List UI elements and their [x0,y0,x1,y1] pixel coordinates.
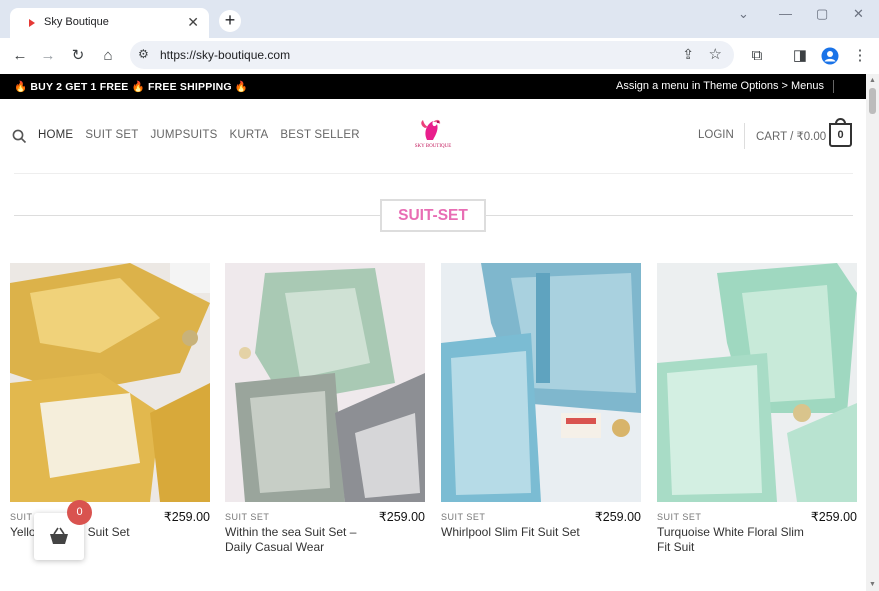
search-icon[interactable] [12,129,27,148]
login-link[interactable]: LOGIN [698,129,734,141]
nav-kurta[interactable]: KURTA [229,129,268,141]
product-category[interactable]: SUIT SET [225,512,269,522]
product-price: ₹259.00 [594,510,641,524]
section-title: SUIT-SET [380,199,486,232]
close-window-icon[interactable]: ✕ [853,6,864,22]
main-nav: HOME SUIT SET JUMPSUITS KURTA BEST SELLE… [38,129,360,141]
product-price: ₹259.00 [378,510,425,524]
product-price: ₹259.00 [163,510,210,524]
nav-home[interactable]: HOME [38,129,73,141]
tab-title: Sky Boutique [44,16,109,28]
url-text[interactable]: https://sky-boutique.com [160,48,290,62]
nav-suit-set[interactable]: SUIT SET [85,129,138,141]
product-category[interactable]: SUIT SET [441,512,485,522]
top-menu-notice[interactable]: Assign a menu in Theme Options > Menus [616,80,824,92]
nav-jumpsuits[interactable]: JUMPSUITS [150,129,217,141]
site-info-icon[interactable]: ⚙ [138,47,149,61]
scroll-thumb[interactable] [869,88,876,114]
browser-toolbar: ← → ↻ ⌂ ⚙ https://sky-boutique.com ⇪ ☆ ⧉… [0,38,879,74]
product-price: ₹259.00 [810,510,857,524]
basket-icon [50,527,68,544]
site-logo[interactable]: SKY BOUTIQUE [413,116,453,154]
site-header: HOME SUIT SET JUMPSUITS KURTA BEST SELLE… [0,99,866,174]
page-scrollbar[interactable]: ▲ ▼ [866,74,879,591]
product-name[interactable]: Within the sea Suit Set – Daily Casual W… [225,525,385,555]
extensions-icon[interactable]: ⧉ [747,46,767,66]
logo-bird-icon [421,119,441,140]
scroll-down-icon[interactable]: ▼ [869,581,876,588]
reload-icon[interactable]: ↻ [68,46,88,66]
logo-text: SKY BOUTIQUE [414,144,452,149]
product-name[interactable]: Whirlpool Slim Fit Suit Set [441,525,601,540]
star-icon[interactable]: ☆ [709,45,722,63]
header-divider [744,123,745,149]
back-icon[interactable]: ← [10,46,30,66]
header-divider-line [14,173,853,174]
menu-icon[interactable]: ⋮ [850,46,870,66]
promo-bar: 🔥 BUY 2 GET 1 FREE 🔥 FREE SHIPPING 🔥 Ass… [0,74,866,99]
browser-tab-strip: Sky Boutique ✕ + ⌄ — ▢ ✕ [0,0,879,38]
address-bar[interactable]: ⚙ https://sky-boutique.com ⇪ ☆ [130,41,734,69]
tab-search-icon[interactable]: ⌄ [738,6,749,22]
floating-cart-count[interactable]: 0 [67,500,92,525]
product-image[interactable] [657,263,857,502]
profile-icon[interactable] [820,46,840,66]
product-category[interactable]: SUIT SET [657,512,701,522]
tab-close-icon[interactable]: ✕ [187,14,199,31]
promo-text: 🔥 BUY 2 GET 1 FREE 🔥 FREE SHIPPING 🔥 [14,81,249,93]
forward-icon[interactable]: → [38,46,58,66]
minimize-icon[interactable]: — [779,6,792,21]
share-icon[interactable]: ⇪ [682,46,694,63]
nav-best-seller[interactable]: BEST SELLER [280,129,359,141]
product-image[interactable] [225,263,425,502]
product-image[interactable] [10,263,210,502]
favicon-icon [29,19,35,27]
cart-link[interactable]: CART / ₹0.00 [756,129,826,143]
new-tab-button[interactable]: + [219,10,241,32]
promo-divider [833,80,834,93]
section-line-left [14,215,380,216]
scroll-up-icon[interactable]: ▲ [869,77,876,84]
section-line-right [486,215,853,216]
product-image[interactable] [441,263,641,502]
sidepanel-icon[interactable]: ◨ [790,46,810,66]
maximize-icon[interactable]: ▢ [816,6,828,22]
product-name[interactable]: Turquoise White Floral Slim Fit Suit [657,525,817,555]
tab-sky-boutique[interactable]: Sky Boutique ✕ [10,8,209,38]
page-viewport: 🔥 BUY 2 GET 1 FREE 🔥 FREE SHIPPING 🔥 Ass… [0,74,866,591]
home-icon[interactable]: ⌂ [98,46,118,66]
cart-count-badge[interactable]: 0 [829,123,852,147]
